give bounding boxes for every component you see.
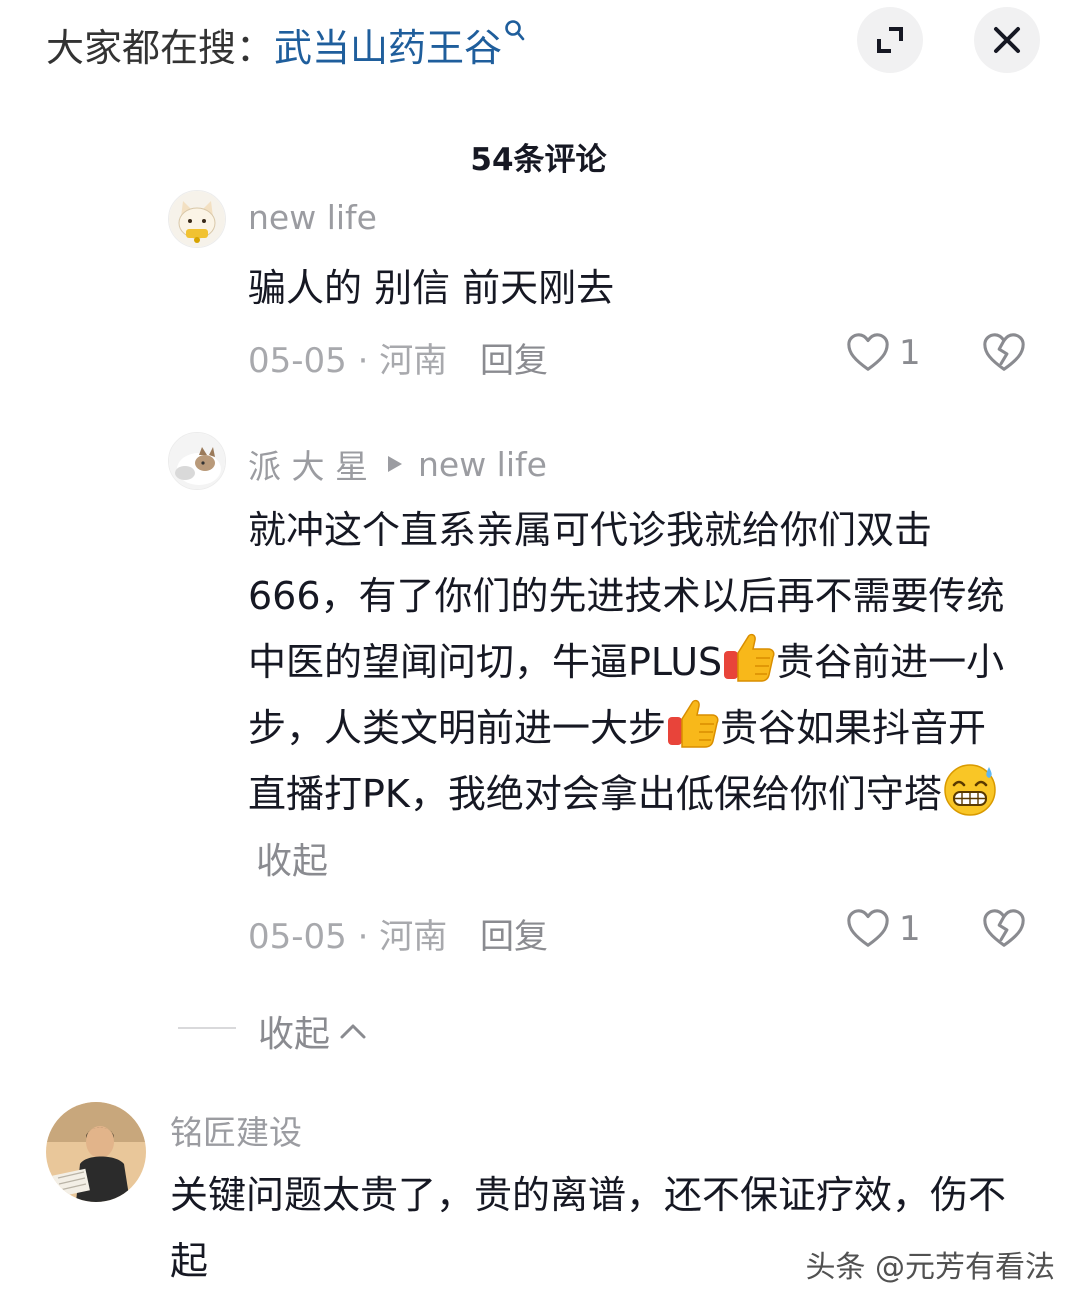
comment-meta: 05-05 · 河南 [248,333,447,382]
expand-button[interactable] [857,7,923,73]
like-count: 1 [899,909,921,949]
reply-button[interactable]: 回复 [480,909,548,958]
thumbs-up-emoji-icon [722,631,776,683]
collapse-replies-label: 收起 [258,1014,331,1055]
search-icon [504,19,526,50]
comment-text: 骗人的 别信 前天刚去 [248,266,615,310]
heart-icon [845,906,891,952]
avatar[interactable] [168,190,226,248]
avatar[interactable] [46,1102,146,1202]
expand-icon [877,27,903,53]
collapse-replies-button[interactable]: 收起 [258,1005,368,1057]
broken-heart-icon [981,330,1027,376]
reply-header: 派 大 星 new life [248,440,547,488]
replies-divider [178,1027,236,1029]
collapse-text-link[interactable]: 收起 [256,841,328,882]
reply-to-username[interactable]: new life [418,445,547,484]
reply-arrow-icon [386,454,404,474]
chevron-up-icon [340,1024,366,1039]
comment-date: 05-05 [248,341,347,381]
comment-username[interactable]: 派 大 星 [248,440,368,488]
sweat-grin-emoji-icon [942,761,998,817]
like-count: 1 [899,333,921,373]
close-button[interactable] [974,7,1040,73]
broken-heart-icon [981,906,1027,952]
reply-button[interactable]: 回复 [480,333,548,382]
comment-username[interactable]: 铭匠建设 [170,1106,302,1154]
comment-location: 河南 [379,341,448,381]
search-suggestion-term[interactable]: 武当山药王谷 [274,17,502,72]
avatar[interactable] [168,432,226,490]
search-suggestion-bar[interactable]: 大家都在搜： 武当山药王谷 [46,14,526,74]
close-icon [994,27,1020,53]
like-button[interactable]: 1 [845,906,921,952]
comment-location: 河南 [379,917,448,957]
comment-count-title: 54条评论 [470,142,607,178]
thumbs-up-emoji-icon [666,697,720,749]
comment-text: 就冲这个直系亲属可代诊我就给你们双击666，有了你们的先进技术以后再不需要传统中… [248,497,1023,895]
meta-separator: · [357,917,380,957]
heart-icon [845,330,891,376]
comment-username[interactable]: new life [248,198,377,237]
comment-meta: 05-05 · 河南 [248,909,447,958]
like-button[interactable]: 1 [845,330,921,376]
comment-date: 05-05 [248,917,347,957]
dislike-button[interactable] [981,906,1027,956]
search-suggestion-prefix: 大家都在搜： [46,25,275,70]
watermark: 头条 @元芳有看法 [805,1250,1055,1285]
dislike-button[interactable] [981,330,1027,380]
meta-separator: · [357,341,380,381]
